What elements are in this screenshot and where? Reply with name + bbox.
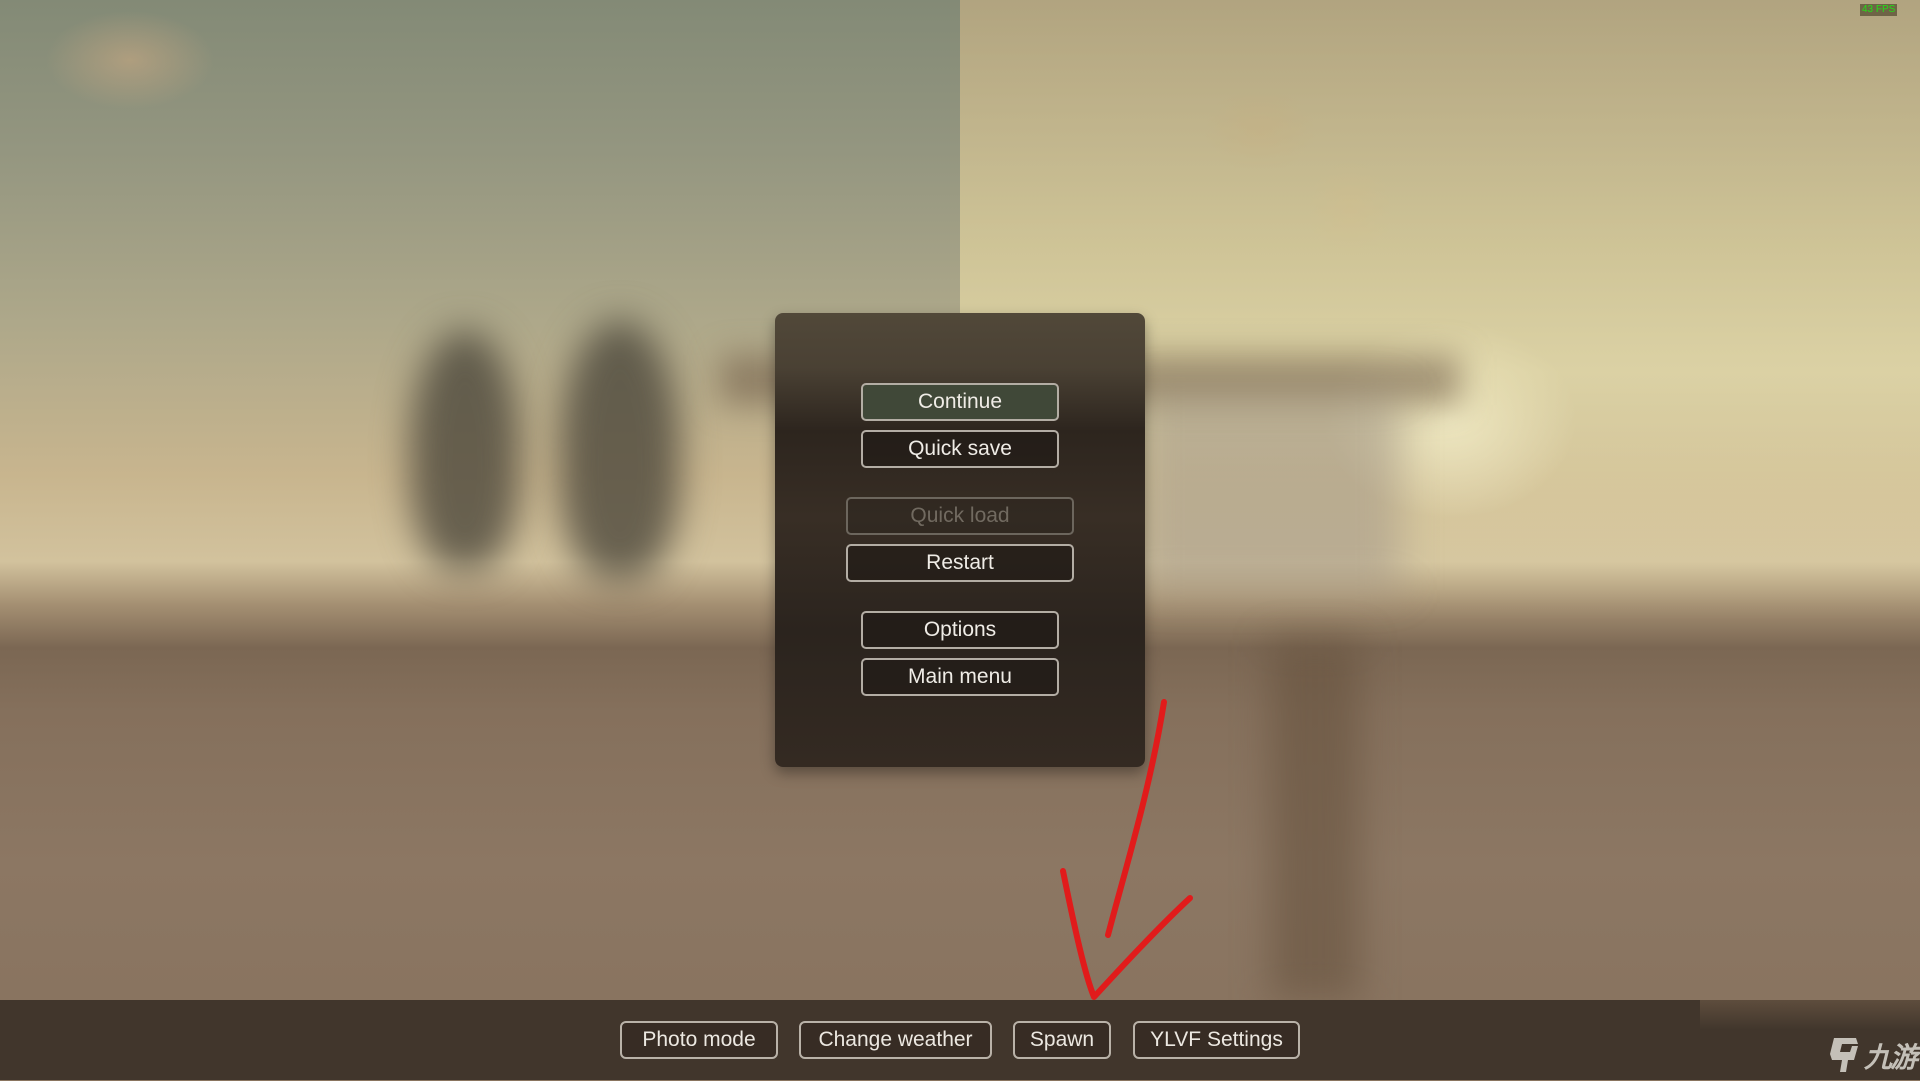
building-wall	[1140, 390, 1400, 590]
ylvf-settings-button[interactable]: YLVF Settings	[1133, 1021, 1300, 1059]
photo-mode-button[interactable]: Photo mode	[620, 1021, 778, 1059]
options-button[interactable]: Options	[861, 611, 1059, 649]
quick-save-button[interactable]: Quick save	[861, 430, 1059, 468]
fps-counter: 43 FPS	[1860, 4, 1898, 16]
restart-button[interactable]: Restart	[846, 544, 1074, 582]
spawn-button[interactable]: Spawn	[1013, 1021, 1111, 1059]
watermark: 九游	[1828, 1032, 1920, 1078]
bottom-toolbar: Photo mode Change weather Spawn YLVF Set…	[0, 1000, 1920, 1080]
watermark-text: 九游	[1864, 1041, 1918, 1074]
change-weather-button[interactable]: Change weather	[799, 1021, 992, 1059]
main-menu-button[interactable]: Main menu	[861, 658, 1059, 696]
quick-load-button: Quick load	[846, 497, 1074, 535]
toolbar-edge-fade	[1700, 1000, 1920, 1030]
tree-silhouette	[410, 330, 520, 570]
jiuyou-logo-icon	[1830, 1038, 1858, 1072]
tree-silhouette	[560, 320, 680, 580]
player-arm	[1270, 640, 1360, 1000]
pause-menu-panel: Continue Quick save Quick load Restart O…	[775, 313, 1145, 767]
continue-button[interactable]: Continue	[861, 383, 1059, 421]
